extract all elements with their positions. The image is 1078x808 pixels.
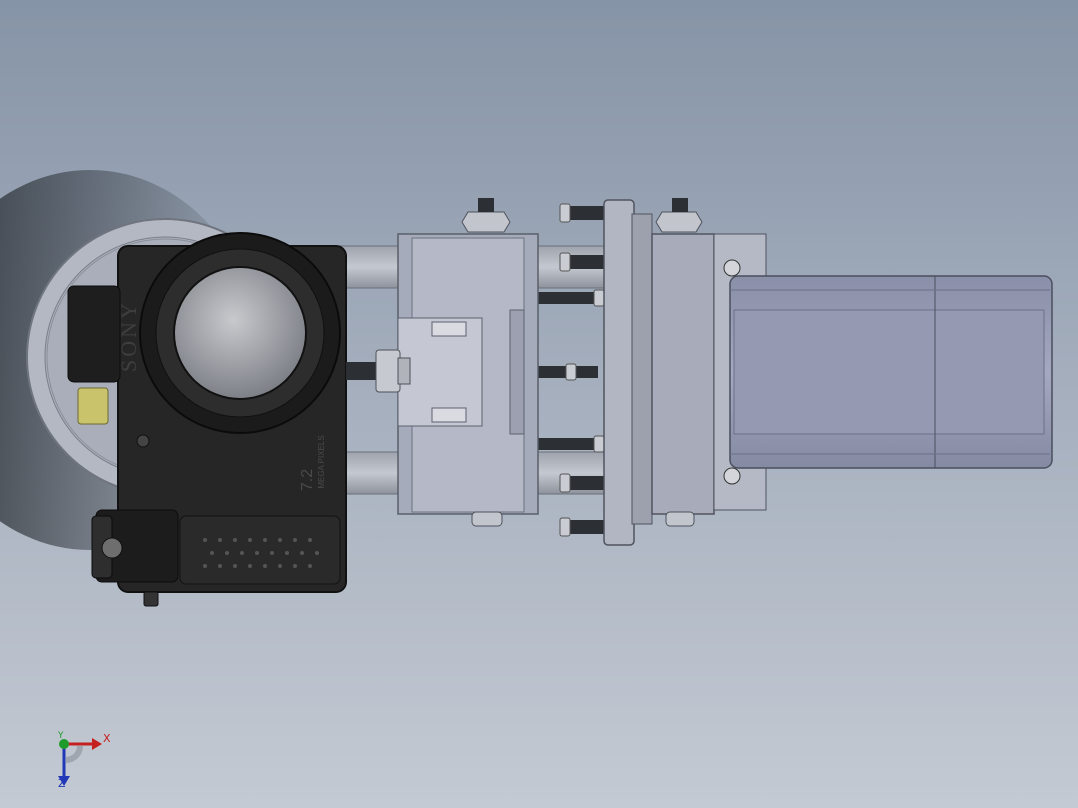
center-bracket[interactable] bbox=[397, 198, 539, 527]
megapixel-label: MEGA PIXELS bbox=[317, 435, 326, 488]
camera-brand-logo: SONY bbox=[116, 300, 141, 372]
flange-plate[interactable] bbox=[603, 199, 653, 546]
graphics-viewport[interactable]: SONY 7.2 MEGA PIXELS X Y Z bbox=[0, 0, 1078, 808]
stepper-motor[interactable] bbox=[729, 275, 1053, 469]
triad-z-label: Z bbox=[58, 777, 66, 790]
cad-model-view[interactable]: SONY 7.2 MEGA PIXELS bbox=[0, 0, 1078, 808]
triad-x-label: X bbox=[103, 732, 111, 745]
adjustment-screw[interactable] bbox=[346, 349, 411, 393]
triad-y-label: Y bbox=[58, 731, 64, 741]
megapixel-value: 7.2 bbox=[299, 469, 316, 491]
